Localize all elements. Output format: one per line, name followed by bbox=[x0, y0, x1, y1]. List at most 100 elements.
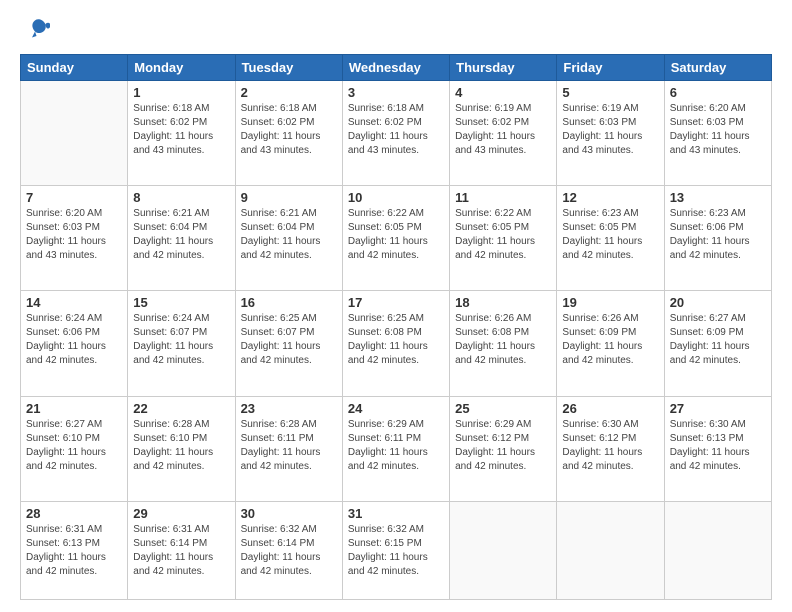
weekday-header: Monday bbox=[128, 55, 235, 81]
day-number: 11 bbox=[455, 190, 551, 205]
cell-info: Sunrise: 6:22 AM Sunset: 6:05 PM Dayligh… bbox=[455, 207, 551, 263]
cell-info: Sunrise: 6:24 AM Sunset: 6:06 PM Dayligh… bbox=[26, 312, 122, 368]
day-number: 25 bbox=[455, 401, 551, 416]
day-number: 23 bbox=[241, 401, 337, 416]
calendar-cell: 4 Sunrise: 6:19 AM Sunset: 6:02 PM Daylig… bbox=[450, 81, 557, 186]
calendar-cell: 25 Sunrise: 6:29 AM Sunset: 6:12 PM Dayli… bbox=[450, 396, 557, 501]
cell-info: Sunrise: 6:28 AM Sunset: 6:10 PM Dayligh… bbox=[133, 418, 229, 474]
calendar-cell: 10 Sunrise: 6:22 AM Sunset: 6:05 PM Dayli… bbox=[342, 186, 449, 291]
cell-info: Sunrise: 6:23 AM Sunset: 6:06 PM Dayligh… bbox=[670, 207, 766, 263]
calendar-cell: 9 Sunrise: 6:21 AM Sunset: 6:04 PM Daylig… bbox=[235, 186, 342, 291]
calendar-cell: 6 Sunrise: 6:20 AM Sunset: 6:03 PM Daylig… bbox=[664, 81, 771, 186]
calendar-cell: 30Sunrise: 6:32 AM Sunset: 6:14 PM Dayli… bbox=[235, 501, 342, 599]
calendar-cell: 24Sunrise: 6:29 AM Sunset: 6:11 PM Dayli… bbox=[342, 396, 449, 501]
weekday-header: Sunday bbox=[21, 55, 128, 81]
cell-info: Sunrise: 6:30 AM Sunset: 6:12 PM Dayligh… bbox=[562, 418, 658, 474]
day-number: 4 bbox=[455, 85, 551, 100]
calendar-cell: 23 Sunrise: 6:28 AM Sunset: 6:11 PM Dayli… bbox=[235, 396, 342, 501]
calendar-cell: 31Sunrise: 6:32 AM Sunset: 6:15 PM Dayli… bbox=[342, 501, 449, 599]
calendar-cell bbox=[557, 501, 664, 599]
day-number: 16 bbox=[241, 295, 337, 310]
cell-info: Sunrise: 6:21 AM Sunset: 6:04 PM Dayligh… bbox=[133, 207, 229, 263]
calendar-cell: 15 Sunrise: 6:24 AM Sunset: 6:07 PM Dayli… bbox=[128, 291, 235, 396]
weekday-header: Tuesday bbox=[235, 55, 342, 81]
cell-info: Sunrise: 6:25 AM Sunset: 6:08 PM Dayligh… bbox=[348, 312, 444, 368]
cell-info: Sunrise: 6:31 AM Sunset: 6:13 PM Dayligh… bbox=[26, 523, 122, 579]
day-number: 27 bbox=[670, 401, 766, 416]
calendar-table: SundayMondayTuesdayWednesdayThursdayFrid… bbox=[20, 54, 772, 600]
cell-info: Sunrise: 6:28 AM Sunset: 6:11 PM Dayligh… bbox=[241, 418, 337, 474]
calendar-cell: 20Sunrise: 6:27 AM Sunset: 6:09 PM Dayli… bbox=[664, 291, 771, 396]
cell-info: Sunrise: 6:22 AM Sunset: 6:05 PM Dayligh… bbox=[348, 207, 444, 263]
calendar-cell: 5 Sunrise: 6:19 AM Sunset: 6:03 PM Daylig… bbox=[557, 81, 664, 186]
day-number: 7 bbox=[26, 190, 122, 205]
page: SundayMondayTuesdayWednesdayThursdayFrid… bbox=[0, 0, 792, 612]
day-number: 21 bbox=[26, 401, 122, 416]
header bbox=[20, 16, 772, 44]
day-number: 28 bbox=[26, 506, 122, 521]
cell-info: Sunrise: 6:18 AM Sunset: 6:02 PM Dayligh… bbox=[348, 102, 444, 158]
day-number: 19 bbox=[562, 295, 658, 310]
calendar-cell: 3 Sunrise: 6:18 AM Sunset: 6:02 PM Daylig… bbox=[342, 81, 449, 186]
day-number: 3 bbox=[348, 85, 444, 100]
weekday-header: Wednesday bbox=[342, 55, 449, 81]
day-number: 2 bbox=[241, 85, 337, 100]
day-number: 29 bbox=[133, 506, 229, 521]
day-number: 8 bbox=[133, 190, 229, 205]
day-number: 13 bbox=[670, 190, 766, 205]
cell-info: Sunrise: 6:23 AM Sunset: 6:05 PM Dayligh… bbox=[562, 207, 658, 263]
day-number: 20 bbox=[670, 295, 766, 310]
day-number: 17 bbox=[348, 295, 444, 310]
logo-bird-icon bbox=[20, 16, 50, 44]
cell-info: Sunrise: 6:19 AM Sunset: 6:03 PM Dayligh… bbox=[562, 102, 658, 158]
day-number: 14 bbox=[26, 295, 122, 310]
day-number: 22 bbox=[133, 401, 229, 416]
cell-info: Sunrise: 6:31 AM Sunset: 6:14 PM Dayligh… bbox=[133, 523, 229, 579]
calendar-cell bbox=[664, 501, 771, 599]
calendar-cell: 27 Sunrise: 6:30 AM Sunset: 6:13 PM Dayli… bbox=[664, 396, 771, 501]
day-number: 31 bbox=[348, 506, 444, 521]
calendar-cell: 21 Sunrise: 6:27 AM Sunset: 6:10 PM Dayli… bbox=[21, 396, 128, 501]
weekday-header: Thursday bbox=[450, 55, 557, 81]
calendar-cell: 13 Sunrise: 6:23 AM Sunset: 6:06 PM Dayli… bbox=[664, 186, 771, 291]
calendar-cell: 28 Sunrise: 6:31 AM Sunset: 6:13 PM Dayli… bbox=[21, 501, 128, 599]
cell-info: Sunrise: 6:19 AM Sunset: 6:02 PM Dayligh… bbox=[455, 102, 551, 158]
calendar-cell bbox=[21, 81, 128, 186]
weekday-header: Friday bbox=[557, 55, 664, 81]
day-number: 26 bbox=[562, 401, 658, 416]
calendar-cell: 1 Sunrise: 6:18 AM Sunset: 6:02 PM Daylig… bbox=[128, 81, 235, 186]
day-number: 5 bbox=[562, 85, 658, 100]
cell-info: Sunrise: 6:20 AM Sunset: 6:03 PM Dayligh… bbox=[26, 207, 122, 263]
cell-info: Sunrise: 6:21 AM Sunset: 6:04 PM Dayligh… bbox=[241, 207, 337, 263]
day-number: 30 bbox=[241, 506, 337, 521]
calendar-cell: 14 Sunrise: 6:24 AM Sunset: 6:06 PM Dayli… bbox=[21, 291, 128, 396]
cell-info: Sunrise: 6:26 AM Sunset: 6:09 PM Dayligh… bbox=[562, 312, 658, 368]
cell-info: Sunrise: 6:20 AM Sunset: 6:03 PM Dayligh… bbox=[670, 102, 766, 158]
day-number: 9 bbox=[241, 190, 337, 205]
calendar-cell: 2 Sunrise: 6:18 AM Sunset: 6:02 PM Daylig… bbox=[235, 81, 342, 186]
calendar-cell: 29 Sunrise: 6:31 AM Sunset: 6:14 PM Dayli… bbox=[128, 501, 235, 599]
cell-info: Sunrise: 6:30 AM Sunset: 6:13 PM Dayligh… bbox=[670, 418, 766, 474]
cell-info: Sunrise: 6:29 AM Sunset: 6:12 PM Dayligh… bbox=[455, 418, 551, 474]
cell-info: Sunrise: 6:26 AM Sunset: 6:08 PM Dayligh… bbox=[455, 312, 551, 368]
day-number: 12 bbox=[562, 190, 658, 205]
calendar-cell: 16Sunrise: 6:25 AM Sunset: 6:07 PM Dayli… bbox=[235, 291, 342, 396]
cell-info: Sunrise: 6:18 AM Sunset: 6:02 PM Dayligh… bbox=[133, 102, 229, 158]
day-number: 24 bbox=[348, 401, 444, 416]
calendar-cell: 19 Sunrise: 6:26 AM Sunset: 6:09 PM Dayli… bbox=[557, 291, 664, 396]
weekday-header: Saturday bbox=[664, 55, 771, 81]
calendar-cell: 22 Sunrise: 6:28 AM Sunset: 6:10 PM Dayli… bbox=[128, 396, 235, 501]
calendar-cell: 8 Sunrise: 6:21 AM Sunset: 6:04 PM Daylig… bbox=[128, 186, 235, 291]
cell-info: Sunrise: 6:27 AM Sunset: 6:10 PM Dayligh… bbox=[26, 418, 122, 474]
calendar-cell: 11 Sunrise: 6:22 AM Sunset: 6:05 PM Dayli… bbox=[450, 186, 557, 291]
day-number: 1 bbox=[133, 85, 229, 100]
cell-info: Sunrise: 6:24 AM Sunset: 6:07 PM Dayligh… bbox=[133, 312, 229, 368]
day-number: 6 bbox=[670, 85, 766, 100]
logo bbox=[20, 16, 54, 44]
calendar-cell: 17 Sunrise: 6:25 AM Sunset: 6:08 PM Dayli… bbox=[342, 291, 449, 396]
day-number: 18 bbox=[455, 295, 551, 310]
day-number: 10 bbox=[348, 190, 444, 205]
calendar-cell bbox=[450, 501, 557, 599]
day-number: 15 bbox=[133, 295, 229, 310]
cell-info: Sunrise: 6:18 AM Sunset: 6:02 PM Dayligh… bbox=[241, 102, 337, 158]
